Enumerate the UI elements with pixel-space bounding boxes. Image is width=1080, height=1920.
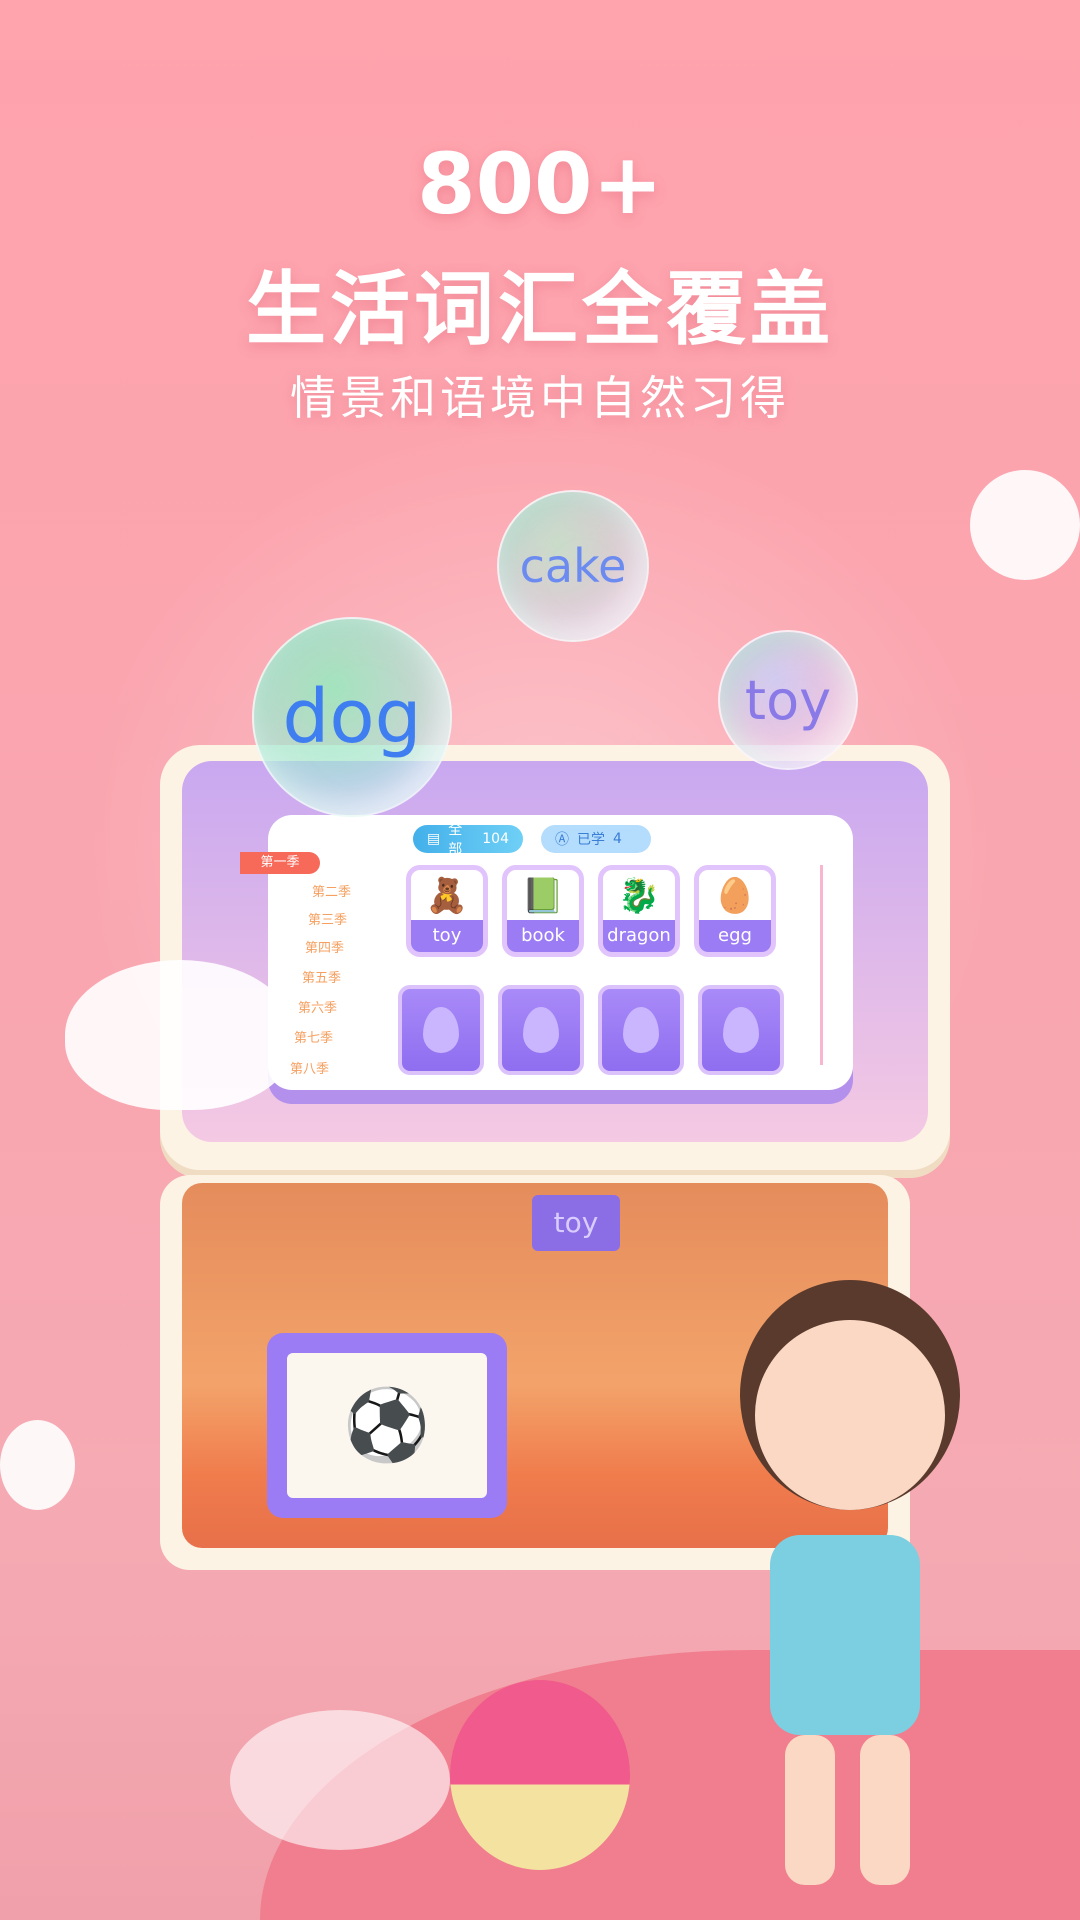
- season-tab[interactable]: 第三季: [308, 909, 347, 928]
- word-card-toy[interactable]: 🧸 toy: [406, 865, 488, 957]
- filter-learned-label: 已学: [577, 832, 605, 848]
- filter-all-count: 104: [482, 831, 509, 847]
- girl-character: [700, 1280, 1000, 1920]
- letter-a-icon: Ⓐ: [555, 832, 569, 848]
- word-label: egg: [699, 920, 771, 952]
- season-tab[interactable]: 第七季: [294, 1027, 333, 1046]
- headline-title: 生活词汇全覆盖: [246, 263, 834, 356]
- word-flashcard-frame: ⚽: [267, 1333, 507, 1518]
- toy-blocks-icon: 🧸: [425, 876, 469, 916]
- filter-all-label: 全部: [448, 822, 463, 858]
- scrollbar[interactable]: [820, 865, 823, 1065]
- egg-icon: [523, 1007, 559, 1053]
- egg-icon: [623, 1007, 659, 1053]
- cloud: [65, 960, 295, 1110]
- season-tab[interactable]: 第六季: [298, 997, 337, 1016]
- word-card-dragon[interactable]: 🐉 dragon: [598, 865, 680, 957]
- filter-all[interactable]: ▤ 全部 104: [413, 822, 523, 858]
- word-bubble-cake: cake: [497, 490, 649, 642]
- headline-subtitle: 情景和语境中自然习得: [290, 371, 790, 425]
- word-label: book: [507, 920, 579, 952]
- word-label: dragon: [603, 920, 675, 952]
- word-bubble-dog: dog: [252, 617, 452, 817]
- season-tab[interactable]: 第二季: [312, 881, 351, 900]
- egg-icon: 🥚: [713, 876, 757, 916]
- word-label: toy: [411, 920, 483, 952]
- girl-overalls: [770, 1535, 920, 1735]
- cloud: [0, 1420, 75, 1510]
- cloud: [970, 470, 1080, 580]
- season-tab[interactable]: 第四季: [305, 937, 344, 956]
- season-tab-active[interactable]: 第一季: [240, 852, 320, 874]
- word-sign: toy: [532, 1195, 620, 1251]
- locked-card[interactable]: [598, 985, 684, 1075]
- season-tab[interactable]: 第五季: [302, 967, 341, 986]
- word-bubble-toy: toy: [718, 630, 858, 770]
- list-icon: ▤: [427, 831, 441, 847]
- girl-face: [755, 1320, 945, 1510]
- locked-card[interactable]: [398, 985, 484, 1075]
- toy-blocks-icon: ⚽: [287, 1353, 487, 1498]
- girl-leg: [785, 1735, 835, 1885]
- girl-leg: [860, 1735, 910, 1885]
- filter-learned-count: 4: [613, 831, 622, 847]
- locked-card[interactable]: [498, 985, 584, 1075]
- egg-icon: [723, 1007, 759, 1053]
- dragon-icon: 🐉: [617, 876, 661, 916]
- cloud: [230, 1710, 450, 1850]
- cat-ball-toy: [450, 1680, 630, 1870]
- season-tab[interactable]: 第八季: [290, 1058, 329, 1077]
- locked-card[interactable]: [698, 985, 784, 1075]
- word-card-book[interactable]: 📗 book: [502, 865, 584, 957]
- headline-count: 800+: [417, 135, 663, 233]
- filter-learned[interactable]: Ⓐ 已学 4: [541, 825, 651, 853]
- book-icon: 📗: [521, 876, 565, 916]
- word-card-egg[interactable]: 🥚 egg: [694, 865, 776, 957]
- vocab-panel: ▤ 全部 104 Ⓐ 已学 4 第一季 第二季 第三季 第四季 第五季 第六季 …: [240, 815, 853, 1090]
- egg-icon: [423, 1007, 459, 1053]
